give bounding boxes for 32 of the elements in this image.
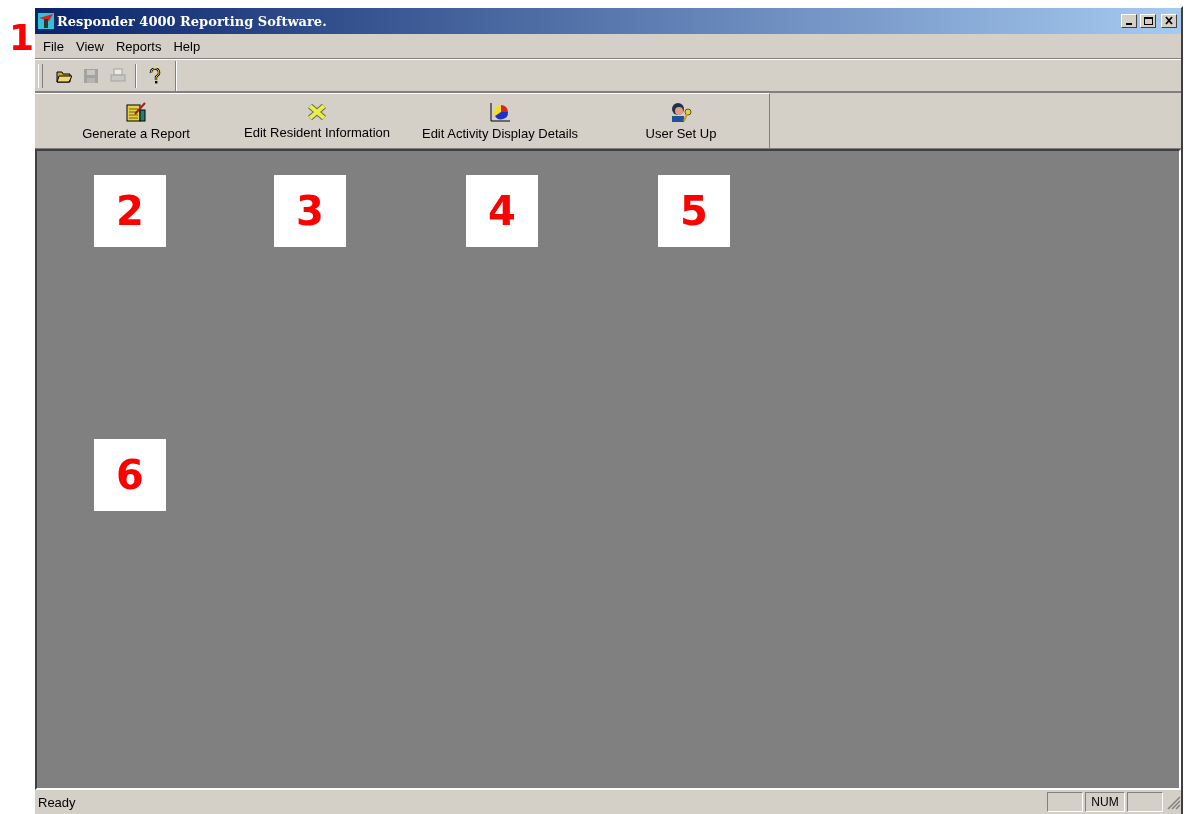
callout-number: 2 xyxy=(94,175,166,247)
status-panel xyxy=(1127,792,1163,812)
callout-number: 5 xyxy=(658,175,730,247)
status-text: Ready xyxy=(38,794,77,810)
window-title: Responder 4000 Reporting Software. xyxy=(57,13,328,29)
launch-button[interactable]: Generate a Report xyxy=(45,94,227,148)
close-button[interactable] xyxy=(1161,14,1177,28)
notepad-pencil-icon xyxy=(125,101,147,122)
launch-button[interactable]: Edit Resident Information xyxy=(227,94,407,148)
callout-number: 3 xyxy=(274,175,346,247)
status-indicator: NUM xyxy=(1085,792,1125,812)
printer-icon xyxy=(109,67,126,84)
menu-item[interactable]: View xyxy=(69,38,110,54)
callout-number: 6 xyxy=(94,439,166,511)
launch-button[interactable]: Edit Activity Display Details xyxy=(407,94,593,148)
pie-chart-icon xyxy=(489,101,511,122)
minimize-button[interactable] xyxy=(1121,14,1137,28)
close-icon xyxy=(1164,16,1174,26)
person-key-icon xyxy=(669,101,693,122)
menu-item[interactable]: File xyxy=(37,38,70,54)
resize-grip-icon xyxy=(1165,794,1181,810)
minimize-icon xyxy=(1126,23,1132,25)
callout-number: 4 xyxy=(466,175,538,247)
maximize-icon xyxy=(1143,16,1153,26)
app-icon xyxy=(38,13,54,29)
status-panel xyxy=(1047,792,1083,812)
crossed-bandages-icon xyxy=(307,102,327,121)
maximize-button[interactable] xyxy=(1140,14,1156,28)
launch-button[interactable]: User Set Up xyxy=(593,94,769,148)
callout-number: 1 xyxy=(9,20,35,56)
menu-item[interactable]: Help xyxy=(167,38,207,54)
menu-item[interactable]: Reports xyxy=(109,38,168,54)
